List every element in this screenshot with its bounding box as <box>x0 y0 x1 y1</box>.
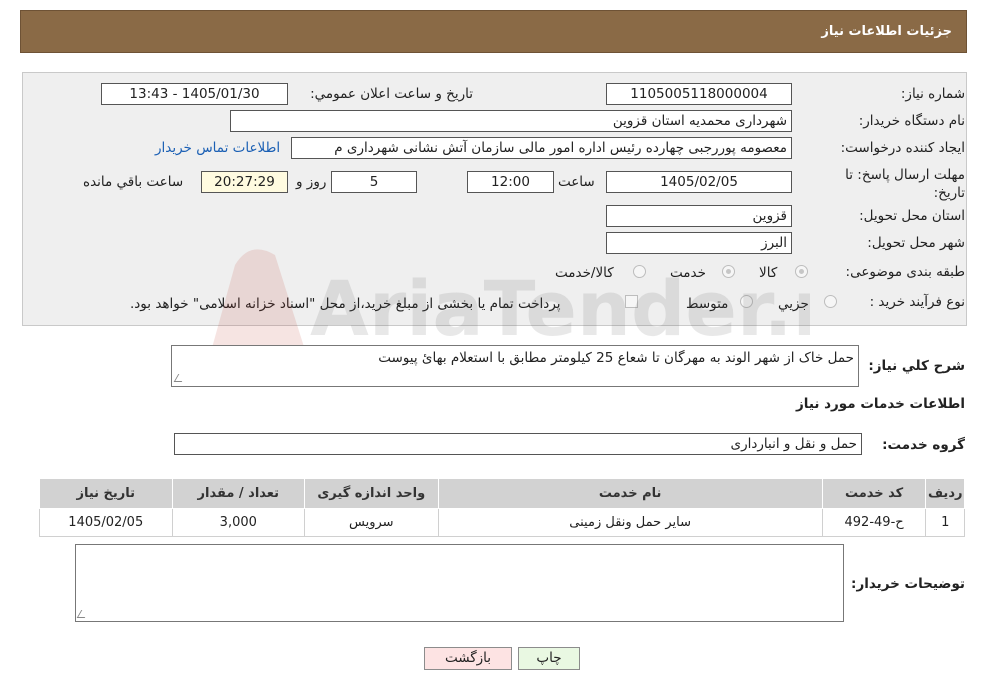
col-unit: واحد اندازه گیری <box>304 478 439 509</box>
purchase-type-label: نوع فرآیند خرید : <box>869 294 965 310</box>
cell-service-code: ح-49-492 <box>821 508 927 537</box>
col-need-date: تاریخ نیاز <box>39 478 173 509</box>
days-field: 5 <box>331 171 417 193</box>
province-field: قزوین <box>606 205 792 227</box>
col-service-name: نام خدمت <box>437 478 823 509</box>
page-title: جزئیات اطلاعات نیاز <box>821 24 952 39</box>
col-quantity: تعداد / مقدار <box>171 478 306 509</box>
treasury-checkbox[interactable] <box>625 295 638 308</box>
deadline-time-field: 12:00 <box>467 171 554 193</box>
need-number-label: شماره نیاز: <box>900 86 965 102</box>
col-row-number: رديف <box>925 478 965 509</box>
services-info-heading: اطلاعات خدمات مورد نیاز <box>795 396 965 412</box>
cell-quantity: 3,000 <box>171 508 306 537</box>
deadline-time-label: ساعت <box>558 174 595 190</box>
service-group-label: گروه خدمت: <box>882 437 965 453</box>
purchase-medium-radio[interactable] <box>740 295 753 308</box>
purchase-minor-radio[interactable] <box>824 295 837 308</box>
back-button[interactable]: بازگشت <box>424 647 512 670</box>
city-field: البرز <box>606 232 792 254</box>
buyer-notes-label: توضیحات خریدار: <box>851 576 965 592</box>
need-number-field: 1105005118000004 <box>606 83 792 105</box>
requester-label: ایجاد کننده درخواست: <box>840 140 965 156</box>
category-goods-radio[interactable] <box>795 265 808 278</box>
col-service-code: کد خدمت <box>821 478 927 509</box>
buyer-org-label: نام دستگاه خریدار: <box>858 113 965 129</box>
purchase-minor-label: جزيي <box>778 296 809 312</box>
buyer-contact-link[interactable]: اطلاعات تماس خریدار <box>155 140 280 156</box>
announce-datetime-label: تاریخ و ساعت اعلان عمومي: <box>310 86 473 102</box>
category-goods-service-radio[interactable] <box>633 265 646 278</box>
cell-need-date: 1405/02/05 <box>39 508 173 537</box>
city-label: شهر محل تحویل: <box>867 235 965 251</box>
cell-service-name: سایر حمل ونقل زمینی <box>437 508 823 537</box>
category-service-radio[interactable] <box>722 265 735 278</box>
description-textarea[interactable]: حمل خاک از شهر الوند به مهرگان تا شعاع 2… <box>171 345 859 387</box>
remaining-label: ساعت باقي مانده <box>83 174 184 190</box>
cell-unit: سرویس <box>304 508 439 537</box>
page-header: جزئیات اطلاعات نیاز <box>20 10 967 53</box>
cell-row-number: 1 <box>925 508 965 537</box>
requester-field: معصومه پوررجبی چهارده رئیس اداره امور ما… <box>291 137 792 159</box>
deadline-date-field: 1405/02/05 <box>606 171 792 193</box>
service-group-field: حمل و نقل و انبارداری <box>174 433 862 455</box>
category-goods-label: کالا <box>759 265 778 281</box>
remaining-time-field: 20:27:29 <box>201 171 288 193</box>
buyer-notes-textarea[interactable] <box>75 544 844 622</box>
category-goods-service-label: کالا/خدمت <box>555 265 614 281</box>
services-table: رديف کد خدمت نام خدمت واحد اندازه گیری ت… <box>39 478 965 537</box>
description-label: شرح کلي نیاز: <box>868 358 965 374</box>
table-header-row: رديف کد خدمت نام خدمت واحد اندازه گیری ت… <box>39 478 965 509</box>
buyer-org-field: شهرداری محمدیه استان قزوین <box>230 110 792 132</box>
table-row: 1 ح-49-492 سایر حمل ونقل زمینی سرویس 3,0… <box>39 508 965 537</box>
deadline-label: مهلت ارسال پاسخ: تا تاریخ: <box>845 167 965 201</box>
purchase-medium-label: متوسط <box>686 296 729 312</box>
announce-datetime-field: 1405/01/30 - 13:43 <box>101 83 288 105</box>
category-label: طبقه بندی موضوعی: <box>845 264 965 280</box>
purchase-note: پرداخت تمام یا بخشی از مبلغ خرید،از محل … <box>130 296 561 312</box>
print-button[interactable]: چاپ <box>518 647 580 670</box>
category-service-label: خدمت <box>670 265 706 281</box>
province-label: استان محل تحویل: <box>859 208 965 224</box>
days-label: روز و <box>296 174 327 190</box>
